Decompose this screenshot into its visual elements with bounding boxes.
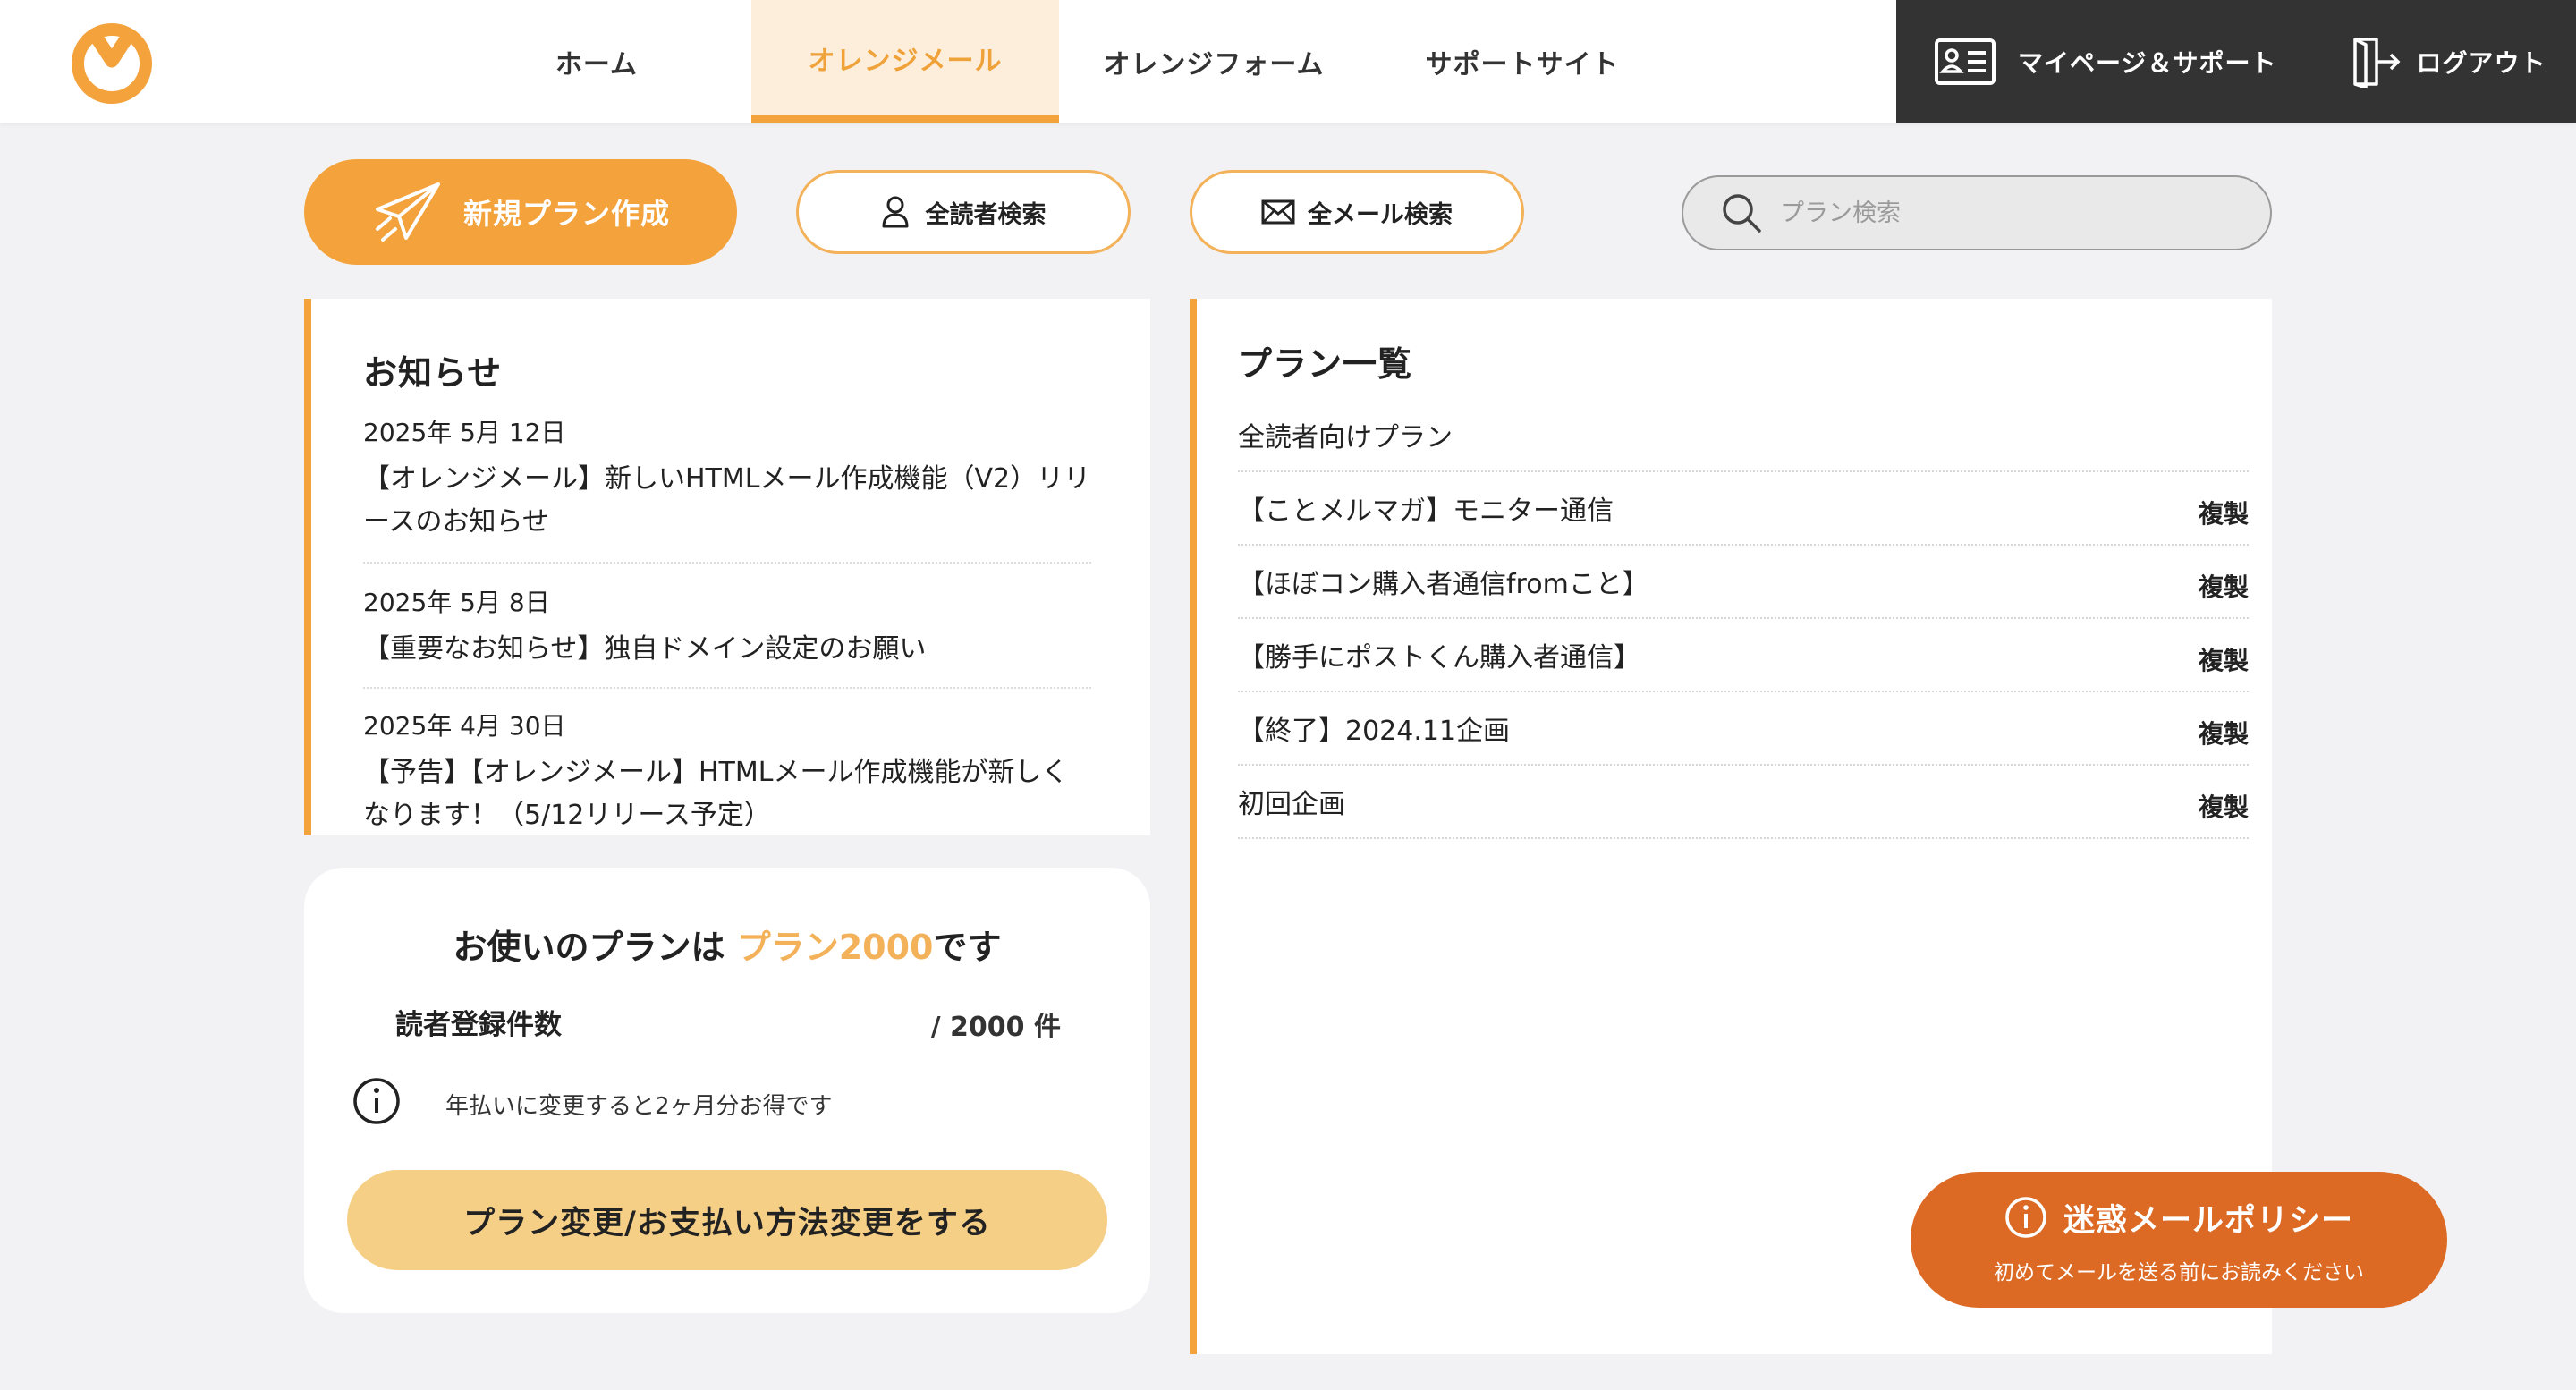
news-date: 2025年 5月 12日 [363, 418, 566, 447]
nav-tab-label: サポートサイト [1425, 48, 1620, 81]
plan-row[interactable]: 【ほぼコン購入者通信fromこと】 複製 [1238, 546, 2249, 619]
change-plan-label: プラン変更/お支払い方法変更をする [463, 1205, 991, 1242]
reader-count-label: 読者登録件数 [395, 1009, 562, 1041]
top-navigation-bar: ホーム オレンジメール オレンジフォーム サポートサイト マイページ＆サポート [0, 0, 2576, 123]
mail-search-button[interactable]: 全メール検索 [1190, 170, 1524, 254]
news-item[interactable]: 2025年 5月 8日 【重要なお知らせ】独自ドメイン設定のお願い [363, 585, 1091, 689]
copy-plan-button[interactable]: 複製 [2199, 495, 2249, 530]
nav-tab-label: オレンジメール [808, 45, 1003, 77]
plan-row[interactable]: 【勝手にポストくん購入者通信】 複製 [1238, 619, 2249, 692]
current-plan-name: プラン2000 [736, 928, 934, 967]
copy-plan-button[interactable]: 複製 [2199, 641, 2249, 677]
change-plan-button[interactable]: プラン変更/お支払い方法変更をする [347, 1170, 1107, 1270]
new-plan-label: 新規プラン作成 [463, 197, 671, 231]
plan-name[interactable]: 【勝手にポストくん購入者通信】 [1238, 635, 1640, 674]
plan-headline: お使いのプランは プラン2000です [304, 920, 1150, 969]
news-title: お知らせ [363, 353, 503, 393]
reader-count-limit: / 2000 件 [930, 1012, 1061, 1043]
plan-info-panel: お使いのプランは プラン2000です 読者登録件数 / 2000 件 年払いに変… [304, 868, 1150, 1313]
logout-label: ログアウト [2416, 47, 2546, 78]
nav-tab-label: ホーム [555, 48, 639, 81]
plan-name[interactable]: 【ことメルマガ】モニター通信 [1238, 488, 1614, 528]
news-panel: お知らせ 2025年 5月 12日 【オレンジメール】新しいHTMLメール作成機… [304, 299, 1150, 835]
mypage-label: マイページ＆サポート [2018, 47, 2277, 78]
nav-tab-home[interactable]: ホーム [501, 0, 692, 123]
annual-payment-notice: 年払いに変更すると2ヶ月分お得です [445, 1093, 833, 1120]
copy-plan-button[interactable]: 複製 [2199, 788, 2249, 824]
plan-name[interactable]: 【ほぼコン購入者通信fromこと】 [1238, 562, 1649, 601]
news-text: 【オレンジメール】新しいHTMLメール作成機能（V2）リリースのお知らせ [363, 463, 1091, 538]
plan-section-header: 全読者向けプラン [1238, 399, 2249, 472]
logout-icon [2353, 37, 2401, 88]
copy-plan-button[interactable]: 複製 [2199, 715, 2249, 750]
news-date: 2025年 5月 8日 [363, 588, 550, 617]
news-text: 【重要なお知らせ】独自ドメイン設定のお願い [363, 633, 927, 665]
spam-policy-title-row: 迷惑メールポリシー [2004, 1195, 2353, 1241]
plan-section-label: 全読者向けプラン [1238, 422, 1453, 453]
nav-tab-label: オレンジフォーム [1103, 48, 1325, 81]
plan-search-input[interactable] [1780, 199, 2245, 227]
copy-plan-button[interactable]: 複製 [2199, 568, 2249, 604]
plan-list-title: プラン一覧 [1238, 344, 1413, 384]
envelope-icon [1261, 199, 1295, 225]
plan-row[interactable]: 【終了】2024.11企画 複製 [1238, 692, 2249, 766]
paper-plane-icon [376, 182, 440, 242]
news-item[interactable]: 2025年 4月 30日 【予告】【オレンジメール】HTMLメール作成機能が新し… [363, 708, 1091, 835]
person-icon [882, 196, 908, 228]
reader-search-button[interactable]: 全読者検索 [796, 170, 1131, 254]
search-icon[interactable] [1721, 192, 1762, 233]
logout-link[interactable]: ログアウト [2350, 36, 2546, 88]
nav-tab-orange-mail[interactable]: オレンジメール [751, 0, 1059, 123]
news-text: 【予告】【オレンジメール】HTMLメール作成機能が新しくなります！（5/12リリ… [363, 757, 1069, 831]
plan-headline-prefix: お使いのプランは [453, 928, 737, 967]
nav-tab-support-site[interactable]: サポートサイト [1395, 0, 1649, 123]
spam-policy-button[interactable]: 迷惑メールポリシー 初めてメールを送る前にお読みください [1911, 1172, 2447, 1308]
mail-search-label: 全メール検索 [1308, 200, 1453, 229]
spam-policy-title: 迷惑メールポリシー [2063, 1202, 2353, 1239]
account-area: マイページ＆サポート ログアウト [1896, 0, 2576, 123]
new-plan-button[interactable]: 新規プラン作成 [304, 159, 737, 265]
info-icon [2005, 1197, 2046, 1238]
plan-search-box [1682, 175, 2272, 250]
plan-row[interactable]: 初回企画 複製 [1238, 766, 2249, 839]
news-item[interactable]: 2025年 5月 12日 【オレンジメール】新しいHTMLメール作成機能（V2）… [363, 415, 1091, 564]
spam-policy-subtitle: 初めてメールを送る前にお読みください [1994, 1260, 2364, 1284]
plan-headline-suffix: です [933, 928, 1002, 967]
info-icon [353, 1078, 400, 1124]
news-date: 2025年 4月 30日 [363, 711, 566, 741]
plan-name[interactable]: 初回企画 [1238, 782, 1345, 821]
mypage-support-link[interactable]: マイページ＆サポート [1934, 38, 2276, 86]
plan-row[interactable]: 【ことメルマガ】モニター通信 複製 [1238, 472, 2249, 546]
orange-logo-icon[interactable] [70, 20, 154, 104]
id-card-icon [1935, 38, 1996, 85]
reader-search-label: 全読者検索 [925, 200, 1046, 229]
nav-tab-orange-form[interactable]: オレンジフォーム [1070, 0, 1358, 123]
plan-name[interactable]: 【終了】2024.11企画 [1238, 708, 1510, 748]
